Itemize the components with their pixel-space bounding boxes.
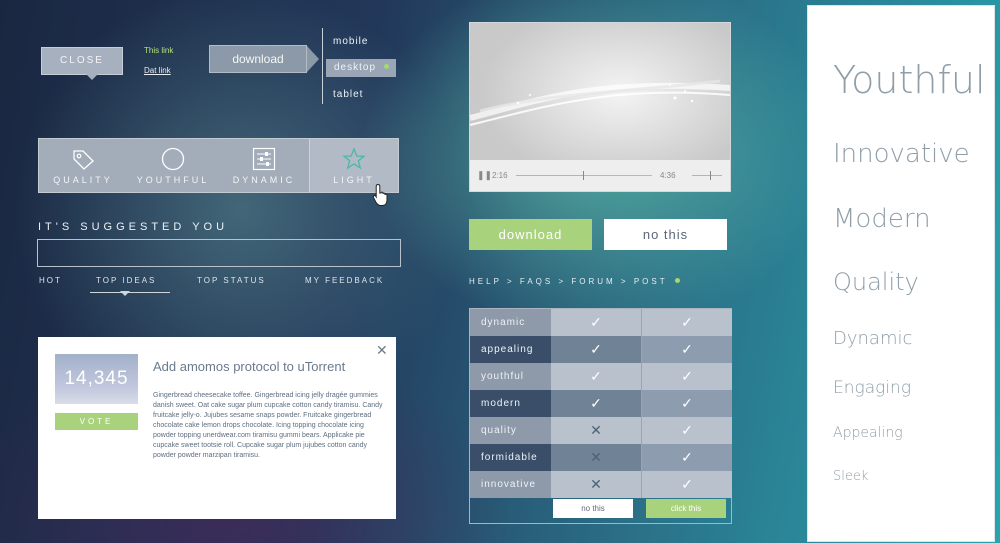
suggest-input[interactable] xyxy=(37,239,401,267)
typography-panel: Youthful Innovative Modern Quality Dynam… xyxy=(807,5,995,542)
tab-my-feedback[interactable]: MY FEEDBACK xyxy=(305,276,384,285)
star-icon xyxy=(342,147,366,170)
vote-count: 14,345 xyxy=(55,354,138,404)
current-time: 2:16 xyxy=(492,171,508,180)
dat-link[interactable]: Dat link xyxy=(144,66,171,75)
no-this-button[interactable]: no this xyxy=(604,219,727,250)
tag-icon xyxy=(73,150,94,170)
download-tag-button[interactable]: download xyxy=(209,45,319,73)
row-cell: ✓ xyxy=(641,309,732,336)
duration: 4:36 xyxy=(660,171,676,180)
panel-word: Dynamic xyxy=(833,328,913,349)
seek-handle[interactable] xyxy=(582,171,584,180)
video-screen[interactable] xyxy=(469,23,731,160)
table-row: innovative ✕ ✓ xyxy=(470,471,732,498)
seek-progress xyxy=(516,175,583,176)
card-close-icon[interactable]: ✕ xyxy=(376,342,388,359)
breadcrumb-help[interactable]: HELP xyxy=(469,277,502,286)
row-cell: ✓ xyxy=(551,363,641,390)
row-cell: ✓ xyxy=(641,336,732,363)
device-option-label: desktop xyxy=(334,62,377,73)
device-option-desktop[interactable]: desktop xyxy=(326,59,396,77)
row-cell: ✓ xyxy=(641,471,732,498)
row-label: appealing xyxy=(470,336,551,363)
breadcrumb-forum[interactable]: FORUM xyxy=(571,277,615,286)
selected-dot-icon xyxy=(384,64,390,69)
this-link[interactable]: This link xyxy=(144,46,173,55)
row-cell: ✓ xyxy=(641,363,732,390)
card-title: Add amomos protocol to uTorrent xyxy=(153,359,346,374)
row-label: quality xyxy=(470,417,551,444)
row-cell: ✓ xyxy=(551,390,641,417)
tab-top-status[interactable]: TOP STATUS xyxy=(197,276,266,285)
row-label: formidable xyxy=(470,444,551,471)
device-divider xyxy=(322,28,323,104)
panel-word: Innovative xyxy=(833,139,970,169)
icon-tab-label: YOUTHFUL xyxy=(136,175,210,185)
breadcrumb: HELP > FAQS > FORUM > POST xyxy=(469,277,680,286)
download-button[interactable]: download xyxy=(469,219,592,250)
icon-tab-youthful[interactable]: YOUTHFUL xyxy=(127,139,219,192)
comparison-table: dynamic ✓ ✓ appealing ✓ ✓ youthful ✓ ✓ m… xyxy=(469,308,732,524)
row-label: dynamic xyxy=(470,309,551,336)
video-player: ❚❚ 2:16 4:36 xyxy=(469,22,731,192)
icon-tab-quality[interactable]: QUALITY xyxy=(39,139,127,192)
icon-tab-label: DYNAMIC xyxy=(232,175,296,185)
close-button[interactable]: CLOSE xyxy=(41,47,123,80)
device-option-tablet[interactable]: tablet xyxy=(333,89,363,100)
card-body: Gingerbread cheesecake toffee. Gingerbre… xyxy=(153,392,383,459)
suggest-heading: IT'S SUGGESTED YOU xyxy=(38,221,229,233)
row-label: youthful xyxy=(470,363,551,390)
row-label: innovative xyxy=(470,471,551,498)
table-row: modern ✓ ✓ xyxy=(470,390,732,417)
hand-cursor-icon xyxy=(372,183,388,206)
icon-tab-dynamic[interactable]: DYNAMIC xyxy=(219,139,309,192)
current-dot-icon xyxy=(674,278,680,283)
breadcrumb-faqs[interactable]: FAQS xyxy=(520,277,553,286)
sliders-icon xyxy=(252,147,276,171)
vote-button[interactable]: VOTE xyxy=(55,413,138,430)
panel-word: Youthful xyxy=(833,58,986,102)
volume-track[interactable] xyxy=(692,175,722,176)
circle-icon xyxy=(161,147,185,171)
table-row: quality ✕ ✓ xyxy=(470,417,732,444)
row-cell: ✕ xyxy=(551,471,641,498)
row-cell: ✕ xyxy=(551,417,641,444)
row-cell: ✕ xyxy=(551,444,641,471)
pause-icon[interactable]: ❚❚ xyxy=(477,170,492,181)
breadcrumb-post[interactable]: POST xyxy=(634,277,668,286)
panel-word: Appealing xyxy=(833,425,903,441)
active-tab-caret-icon xyxy=(120,291,130,301)
active-tab-underline xyxy=(90,292,170,293)
row-label: modern xyxy=(470,390,551,417)
volume-handle[interactable] xyxy=(710,171,711,180)
idea-card: 14,345 VOTE Add amomos protocol to uTorr… xyxy=(38,337,396,519)
row-cell: ✓ xyxy=(551,309,641,336)
panel-word: Modern xyxy=(833,204,931,234)
tab-hot[interactable]: HOT xyxy=(39,276,62,285)
video-controls: ❚❚ 2:16 4:36 xyxy=(470,160,730,191)
table-row: youthful ✓ ✓ xyxy=(470,363,732,390)
table-row: formidable ✕ ✓ xyxy=(470,444,732,471)
row-cell: ✓ xyxy=(641,444,732,471)
table-no-this-button[interactable]: no this xyxy=(553,499,633,518)
device-option-mobile[interactable]: mobile xyxy=(333,36,368,47)
row-cell: ✓ xyxy=(641,417,732,444)
panel-word: Sleek xyxy=(833,469,869,484)
panel-word: Engaging xyxy=(833,378,912,398)
panel-word: Quality xyxy=(833,268,919,296)
icon-tab-label: QUALITY xyxy=(53,175,113,185)
row-cell: ✓ xyxy=(641,390,732,417)
table-row: dynamic ✓ ✓ xyxy=(470,309,732,336)
table-row: appealing ✓ ✓ xyxy=(470,336,732,363)
tab-top-ideas[interactable]: TOP IDEAS xyxy=(96,276,156,285)
row-cell: ✓ xyxy=(551,336,641,363)
table-click-this-button[interactable]: click this xyxy=(646,499,726,518)
video-wave-graphic xyxy=(469,79,731,126)
icon-tab-bar: QUALITY YOUTHFUL DYNAMIC LIGHT xyxy=(38,138,399,193)
